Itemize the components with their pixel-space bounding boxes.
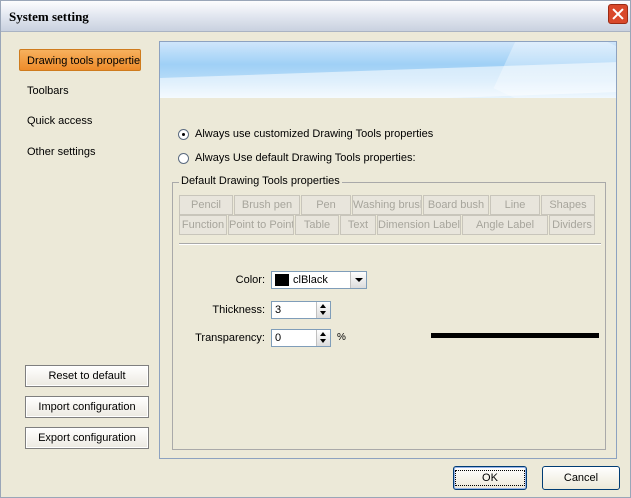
tool-shapes[interactable]: Shapes bbox=[541, 195, 595, 215]
thickness-label: Thickness: bbox=[212, 304, 265, 316]
group-title: Default Drawing Tools properties bbox=[179, 175, 342, 187]
color-select[interactable]: clBlack bbox=[271, 271, 367, 289]
option-default-label: Always Use default Drawing Tools propert… bbox=[195, 152, 416, 164]
option-custom-label: Always use customized Drawing Tools prop… bbox=[195, 128, 434, 140]
tool-function[interactable]: Function bbox=[179, 215, 227, 235]
tool-dividers[interactable]: Dividers bbox=[549, 215, 595, 235]
option-default[interactable]: Always Use default Drawing Tools propert… bbox=[178, 150, 416, 166]
system-setting-dialog: System setting Drawing tools properties … bbox=[0, 0, 631, 498]
color-label: Color: bbox=[235, 274, 265, 286]
chevron-down-icon[interactable] bbox=[350, 272, 366, 288]
default-drawing-tools-group: Default Drawing Tools properties Pencil … bbox=[172, 175, 606, 450]
sidebar-item-other-settings[interactable]: Other settings bbox=[19, 141, 141, 163]
line-preview bbox=[431, 333, 599, 338]
panel-banner bbox=[160, 42, 616, 98]
title-bar: System setting bbox=[1, 1, 630, 32]
tool-dimension-label[interactable]: Dimension Label bbox=[377, 215, 461, 235]
tool-brush-pen[interactable]: Brush pen bbox=[234, 195, 300, 215]
thickness-value: 3 bbox=[275, 304, 282, 316]
transparency-spinner[interactable]: 0 bbox=[271, 329, 331, 347]
drawing-tools-panel: Always use customized Drawing Tools prop… bbox=[159, 41, 617, 459]
tool-pen[interactable]: Pen bbox=[301, 195, 351, 215]
tool-pencil[interactable]: Pencil bbox=[179, 195, 233, 215]
cancel-button[interactable]: Cancel bbox=[542, 466, 620, 490]
color-value: clBlack bbox=[293, 274, 328, 286]
tool-line[interactable]: Line bbox=[490, 195, 540, 215]
sidebar-item-toolbars[interactable]: Toolbars bbox=[19, 80, 141, 102]
window-title: System setting bbox=[9, 9, 89, 24]
reset-to-default-button[interactable]: Reset to default bbox=[25, 365, 149, 387]
import-configuration-button[interactable]: Import configuration bbox=[25, 396, 149, 418]
radio-custom[interactable] bbox=[178, 128, 189, 140]
sidebar-item-drawing-tools[interactable]: Drawing tools properties bbox=[19, 49, 141, 71]
export-configuration-button[interactable]: Export configuration bbox=[25, 427, 149, 449]
spinner-arrows-icon[interactable] bbox=[316, 302, 330, 318]
radio-default[interactable] bbox=[178, 152, 189, 164]
divider bbox=[179, 243, 601, 245]
color-swatch bbox=[275, 274, 289, 286]
transparency-value: 0 bbox=[275, 332, 282, 344]
ok-button[interactable]: OK bbox=[453, 466, 527, 490]
tool-text[interactable]: Text bbox=[340, 215, 376, 235]
tool-angle-label[interactable]: Angle Label bbox=[462, 215, 548, 235]
tool-washing-brush[interactable]: Washing brush bbox=[352, 195, 422, 215]
tool-point-to-point[interactable]: Point to Point bbox=[228, 215, 294, 235]
spinner-arrows-icon[interactable] bbox=[316, 330, 330, 346]
transparency-label: Transparency: bbox=[195, 332, 265, 344]
percent-unit: % bbox=[337, 332, 346, 343]
tool-board-bush[interactable]: Board bush bbox=[423, 195, 489, 215]
thickness-spinner[interactable]: 3 bbox=[271, 301, 331, 319]
sidebar-item-quick-access[interactable]: Quick access bbox=[19, 110, 141, 132]
tools-row-1: Pencil Brush pen Pen Washing brush Board… bbox=[179, 195, 596, 215]
close-icon[interactable] bbox=[608, 4, 628, 24]
option-custom[interactable]: Always use customized Drawing Tools prop… bbox=[178, 126, 433, 142]
ok-label: OK bbox=[455, 470, 525, 486]
tool-table[interactable]: Table bbox=[295, 215, 339, 235]
sidebar: Drawing tools properties Toolbars Quick … bbox=[13, 41, 149, 459]
tools-row-2: Function Point to Point Table Text Dimen… bbox=[179, 215, 596, 235]
